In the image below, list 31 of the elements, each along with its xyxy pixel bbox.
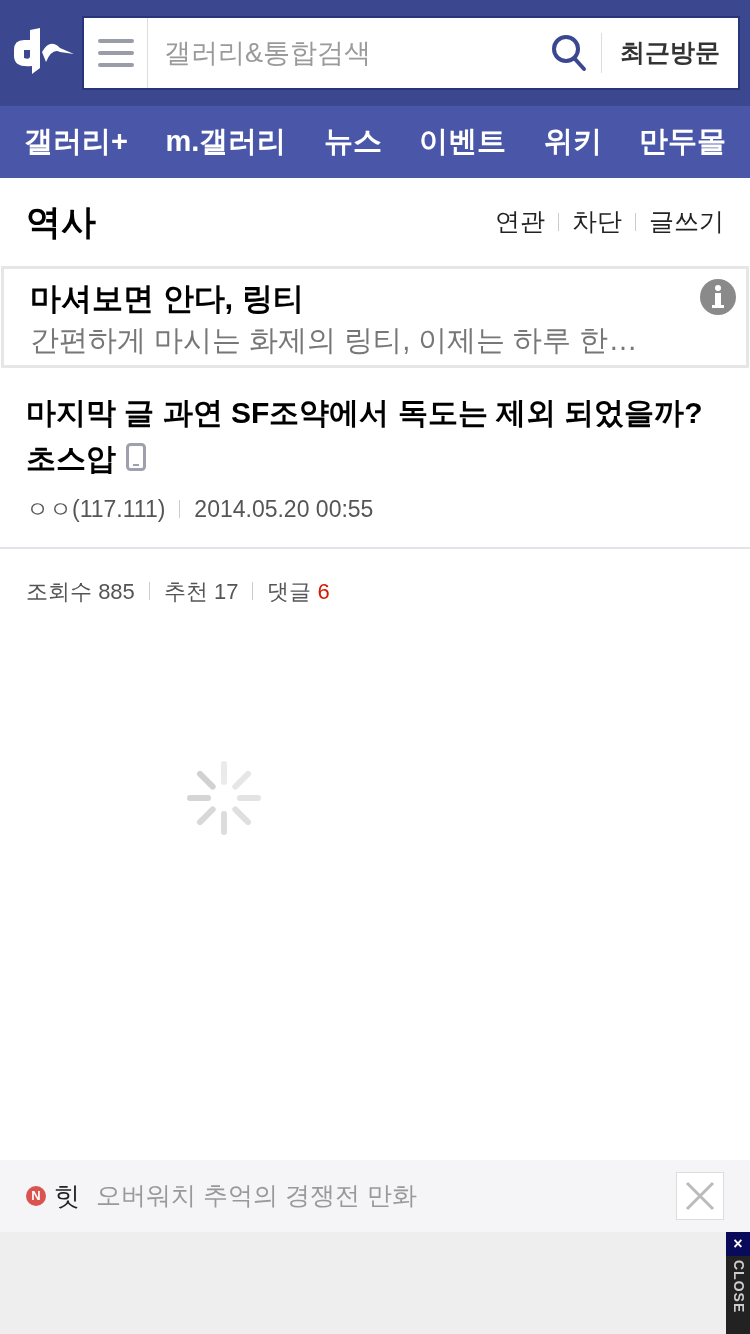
bottom-banner[interactable]: N 힛 오버워치 추억의 경쟁전 만화: [0, 1160, 750, 1232]
close-tab[interactable]: × CLOSE: [726, 1232, 750, 1334]
nav-link[interactable]: 만두몰: [638, 120, 726, 164]
close-icon: [685, 1181, 715, 1211]
mobile-phone-icon: [126, 443, 146, 471]
info-icon[interactable]: [700, 279, 736, 315]
gallery-action-link[interactable]: 연관: [495, 203, 545, 241]
post-date: 2014.05.20 00:55: [194, 495, 374, 524]
post-stat: 댓글 6: [267, 577, 330, 606]
ad-title: 마셔보면 안다, 링티: [30, 280, 304, 318]
post-stat: 추천 17: [163, 577, 239, 606]
gallery-action-link[interactable]: 글쓰기: [649, 203, 724, 241]
banner-text: 오버워치 추억의 경쟁전 만화: [96, 1180, 417, 1212]
ad-text: 간편하게 마시는 화제의 링티, 이제는 하루 한…: [30, 323, 639, 358]
post-author: ㅇㅇ(117.111): [26, 495, 166, 524]
new-badge: N: [26, 1186, 46, 1206]
post-stat: 조회수 885: [26, 577, 135, 606]
ad-card[interactable]: 마셔보면 안다, 링티 간편하게 마시는 화제의 링티, 이제는 하루 한…: [1, 266, 749, 368]
nav-link[interactable]: 갤러리+: [24, 120, 128, 164]
recent-visits-button[interactable]: 최근방문: [602, 18, 738, 88]
gallery-title: 역사: [26, 200, 96, 243]
banner-label: 힛: [54, 1179, 80, 1213]
close-button[interactable]: [676, 1172, 724, 1220]
search-field[interactable]: 갤러리&통합검색 최근방문: [82, 16, 740, 90]
post-title: 마지막 글 과연 SF조약에서 독도는 제외 되었을까? 초스압: [26, 395, 704, 477]
nav-link[interactable]: 이벤트: [419, 120, 507, 164]
search-icon[interactable]: [551, 34, 587, 72]
gallery-action-link[interactable]: 차단: [572, 203, 622, 241]
nav-link[interactable]: m.갤러리: [165, 120, 287, 164]
nav-link[interactable]: 뉴스: [323, 120, 382, 164]
nav-link[interactable]: 위키: [543, 120, 602, 164]
